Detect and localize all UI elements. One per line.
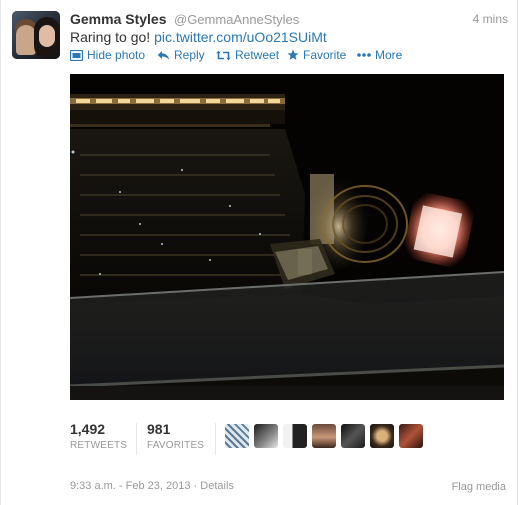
- retweets-stat[interactable]: 1,492 RETWEETS: [70, 421, 127, 451]
- username[interactable]: @GemmaAnneStyles: [174, 12, 299, 27]
- favoriter-avatar[interactable]: [283, 424, 307, 448]
- favoriter-avatar[interactable]: [312, 424, 336, 448]
- stats-divider: [136, 423, 137, 455]
- favoriter-avatar[interactable]: [370, 424, 394, 448]
- more-label: More: [375, 48, 403, 62]
- retweet-label: Retweet: [235, 48, 280, 62]
- favoriter-avatar[interactable]: [225, 424, 249, 448]
- reply-label: Reply: [174, 48, 205, 62]
- tweet-header: Gemma Styles @GemmaAnneStyles 4 mins: [70, 11, 510, 29]
- tweet-link[interactable]: pic.twitter.com/uOo21SUiMt: [154, 29, 327, 45]
- favoriter-avatar[interactable]: [341, 424, 365, 448]
- more-icon: [357, 53, 371, 57]
- fullname[interactable]: Gemma Styles: [70, 11, 167, 27]
- footer-separator: ·: [193, 480, 198, 492]
- retweet-button[interactable]: Retweet: [216, 48, 279, 62]
- favorites-count: 981: [147, 421, 171, 437]
- tweet-photo[interactable]: [70, 74, 504, 400]
- tweet-time[interactable]: 4 mins: [473, 12, 508, 26]
- tweet-text: Raring to go! pic.twitter.com/uOo21SUiMt: [70, 29, 327, 45]
- retweet-icon: [216, 50, 231, 61]
- details-link[interactable]: Details: [200, 480, 234, 492]
- favoriter-avatar[interactable]: [254, 424, 278, 448]
- star-icon: [287, 49, 299, 61]
- hide-photo-label: Hide photo: [87, 48, 146, 62]
- favoriter-avatar[interactable]: [399, 424, 423, 448]
- more-button[interactable]: More: [357, 48, 402, 62]
- tweet-card: Gemma Styles @GemmaAnneStyles 4 mins Rar…: [0, 0, 518, 505]
- stats-divider: [215, 423, 216, 455]
- reply-icon: [157, 50, 170, 61]
- full-timestamp: 9:33 a.m. - Feb 23, 2013: [70, 480, 191, 492]
- favorite-label: Favorite: [303, 48, 347, 62]
- favorites-label: FAVORITES: [147, 440, 205, 451]
- reply-button[interactable]: Reply: [157, 48, 205, 62]
- flag-media-link[interactable]: Flag media: [452, 481, 506, 493]
- concert-photo-image: [70, 74, 504, 400]
- tweet-footer: 9:33 a.m. - Feb 23, 2013 · Details: [70, 480, 234, 492]
- hide-photo-button[interactable]: Hide photo: [70, 48, 145, 62]
- favorites-stat[interactable]: 981 FAVORITES: [147, 421, 204, 451]
- photo-icon: [70, 49, 83, 61]
- retweets-count: 1,492: [70, 421, 106, 437]
- favorite-button[interactable]: Favorite: [287, 48, 346, 62]
- retweets-label: RETWEETS: [70, 440, 128, 451]
- user-avatar[interactable]: [12, 11, 60, 59]
- tweet-body: Raring to go!: [70, 29, 151, 45]
